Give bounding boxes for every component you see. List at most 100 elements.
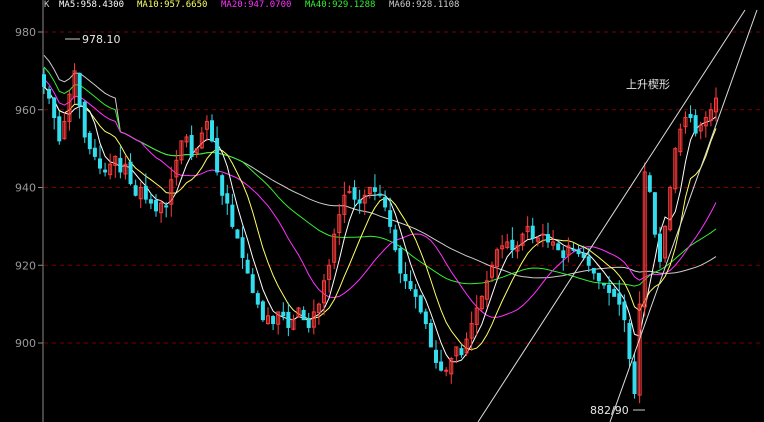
candle-body (128, 161, 133, 185)
candle-body (240, 237, 245, 258)
pattern-annotation: 上升楔形 (626, 78, 670, 91)
y-axis-ticks: 980 960 940 920 900 (15, 26, 43, 350)
candle-body (103, 169, 108, 173)
candle-body (118, 157, 123, 173)
candle-body (143, 185, 148, 200)
candle-body (444, 369, 449, 372)
candle-body (617, 293, 622, 305)
candle-body (306, 318, 311, 328)
chart-canvas: 980 960 940 920 900 978.10 882/90 上升楔形 K MA5… (15, 0, 764, 422)
candle-body (576, 249, 581, 255)
legend: K MA5:958.4300 MA10:957.6650 MA20:947.07… (44, 0, 459, 10)
candle-body (658, 233, 662, 262)
candle-body (164, 205, 169, 208)
candle-body (215, 138, 220, 173)
candle-body (225, 193, 230, 204)
candle-body (556, 243, 561, 251)
ma10-path (43, 86, 717, 351)
candle-body (510, 239, 515, 251)
candle-body (42, 74, 46, 87)
candle-body (92, 147, 97, 157)
candle-body (255, 293, 260, 305)
candle-body (596, 272, 601, 282)
ma40-line (43, 66, 717, 287)
candle-body (47, 88, 52, 99)
candle-body (423, 311, 428, 325)
ma60-path (43, 54, 717, 279)
high-annotation: 978.10 (82, 33, 121, 46)
candle-body (607, 284, 612, 293)
candle-body (398, 247, 403, 274)
y-tick-label: 980 (15, 26, 36, 39)
candle-body (378, 193, 382, 196)
y-tick-label: 960 (15, 104, 36, 117)
candle-body (586, 256, 591, 266)
candle-body (439, 361, 444, 371)
legend-prefix: K (44, 0, 50, 10)
candle-body (612, 289, 617, 297)
candle-body (591, 267, 596, 274)
candle-body (388, 210, 393, 227)
candle-body (418, 295, 423, 313)
candle-body (154, 199, 158, 212)
candle-body (52, 97, 57, 119)
candle-body (133, 185, 138, 196)
legend-ma20: MA20:947.0700 (221, 0, 291, 10)
candle-body (352, 187, 357, 200)
y-tick-label: 940 (15, 182, 36, 195)
candle-body (627, 322, 632, 360)
candle-body (250, 274, 255, 293)
candle-body (245, 259, 250, 274)
ma40-path (43, 66, 717, 287)
ma60-line (43, 54, 717, 279)
candle-body (459, 348, 464, 356)
candle-body (77, 72, 82, 107)
candle-body (602, 283, 606, 286)
ma5-line (43, 86, 717, 363)
candle-body (434, 349, 438, 363)
candle-body (372, 187, 377, 192)
candle-body (357, 199, 362, 204)
candle-body (235, 229, 240, 239)
candle-body (546, 234, 550, 243)
candle-body (571, 248, 576, 251)
wedge-lower-line (609, 9, 758, 422)
candle-body (57, 116, 62, 142)
candle-body (210, 120, 214, 142)
y-tick-label: 900 (15, 337, 36, 350)
candle-body (260, 301, 265, 321)
ma5-path (43, 86, 717, 363)
candle-body (286, 311, 291, 328)
wedge-upper-line (477, 9, 746, 422)
low-annotation: 882/90 (590, 404, 629, 417)
candle-body (403, 274, 408, 282)
candle-body (230, 204, 235, 227)
candle-body (688, 113, 693, 119)
y-tick-label: 920 (15, 259, 36, 272)
legend-ma10: MA10:957.6650 (137, 0, 207, 10)
legend-ma5: MA5:958.4300 (59, 0, 124, 10)
candle-body (622, 301, 627, 321)
candle-body (281, 311, 286, 317)
candle-body (383, 197, 388, 208)
legend-ma40: MA40:929.1288 (305, 0, 375, 10)
candle-body (189, 135, 194, 157)
candle-body (561, 250, 566, 258)
legend-ma60: MA60:928.1108 (389, 0, 459, 10)
candle-body (393, 229, 398, 251)
candle-body (647, 175, 652, 192)
ma10-line (43, 86, 717, 351)
candle-body (82, 101, 87, 138)
candle-body (530, 225, 535, 239)
candle-body (413, 289, 418, 297)
candle-body (408, 281, 413, 290)
candle-body (148, 199, 153, 204)
candlestick-series (42, 63, 718, 404)
candle-body (301, 309, 306, 321)
candle-body (632, 361, 637, 395)
candle-body (652, 192, 657, 235)
candle-body (271, 316, 276, 325)
candle-body (428, 322, 433, 348)
candle-body (220, 175, 225, 196)
candle-body (693, 115, 698, 134)
